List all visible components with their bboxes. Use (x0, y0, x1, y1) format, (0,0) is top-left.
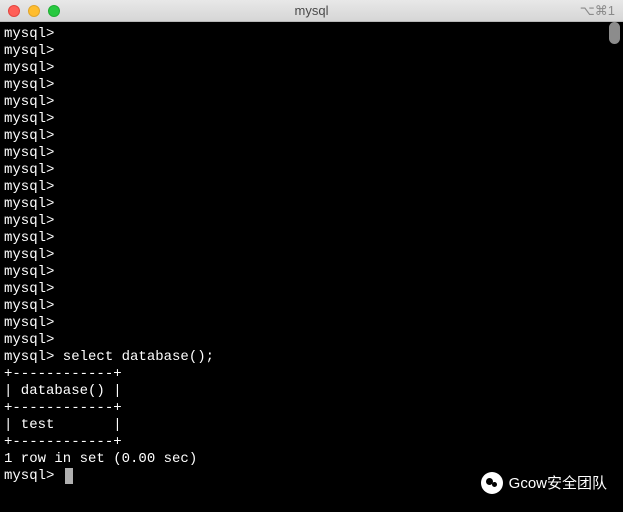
prompt-line: mysql> (4, 43, 619, 60)
prompt-line: mysql> (4, 77, 619, 94)
prompt-line: mysql> (4, 247, 619, 264)
result-border: +------------+ (4, 366, 619, 383)
watermark-text: Gcow安全团队 (509, 475, 607, 492)
scrollbar[interactable] (607, 22, 622, 512)
result-border: +------------+ (4, 400, 619, 417)
prompt-line: mysql> (4, 94, 619, 111)
cursor (65, 468, 73, 484)
prompt-line: mysql> (4, 213, 619, 230)
prompt-line: mysql> (4, 230, 619, 247)
prompt-line: mysql> (4, 315, 619, 332)
window-title: mysql (295, 3, 329, 18)
prompt-line: mysql> (4, 196, 619, 213)
result-row: | test | (4, 417, 619, 434)
result-status: 1 row in set (0.00 sec) (4, 451, 619, 468)
window-shortcut: ⌥⌘1 (580, 3, 615, 19)
wechat-icon (481, 472, 503, 494)
watermark: Gcow安全团队 (481, 472, 607, 494)
result-border: +------------+ (4, 434, 619, 451)
prompt-line: mysql> (4, 264, 619, 281)
prompt-line: mysql> (4, 128, 619, 145)
prompt-line: mysql> (4, 281, 619, 298)
prompt-line: mysql> (4, 332, 619, 349)
titlebar: mysql ⌥⌘1 (0, 0, 623, 22)
close-icon[interactable] (8, 5, 20, 17)
prompt-line: mysql> (4, 162, 619, 179)
minimize-icon[interactable] (28, 5, 40, 17)
result-header: | database() | (4, 383, 619, 400)
maximize-icon[interactable] (48, 5, 60, 17)
prompt-line: mysql> (4, 26, 619, 43)
terminal-area[interactable]: mysql>mysql>mysql>mysql>mysql>mysql>mysq… (0, 22, 623, 512)
query-line: mysql> select database(); (4, 349, 619, 366)
prompt-line: mysql> (4, 60, 619, 77)
terminal-window: mysql ⌥⌘1 mysql>mysql>mysql>mysql>mysql>… (0, 0, 623, 512)
traffic-lights (8, 5, 60, 17)
scrollbar-thumb[interactable] (609, 22, 620, 44)
prompt-line: mysql> (4, 298, 619, 315)
prompt-line: mysql> (4, 145, 619, 162)
terminal-content: mysql>mysql>mysql>mysql>mysql>mysql>mysq… (4, 26, 619, 485)
prompt-line: mysql> (4, 179, 619, 196)
prompt-line: mysql> (4, 111, 619, 128)
